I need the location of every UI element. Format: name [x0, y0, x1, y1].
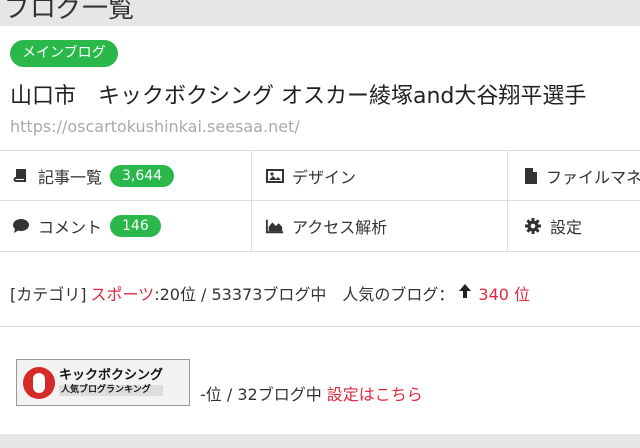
category-link[interactable]: スポーツ [91, 281, 155, 305]
blog-card: メインブログ 山口市 キックボクシング オスカー綾塚and大谷翔平選手 http… [0, 26, 640, 434]
menu-files-label: ファイルマネージャー [546, 168, 640, 187]
chart-area-icon [266, 217, 284, 235]
category-prefix: [カテゴリ] [10, 285, 87, 304]
menu-row: コメント 146 アクセス解析 設定 [0, 201, 640, 251]
menu-settings-label: 設定 [550, 218, 583, 237]
blog-menu-grid: 記事一覧 3,644 デザイン ファイルマネージャー コメ [0, 150, 640, 252]
category-rank-text: :20位 / 53373ブログ中 人気のブログ： [154, 285, 455, 304]
file-icon [524, 167, 538, 185]
gear-icon [524, 217, 542, 235]
page-title: ブログ一覧 [4, 0, 135, 24]
menu-design-label: デザイン [292, 168, 357, 187]
banner-rank-text: -位 / 32ブログ中 [200, 385, 322, 404]
menu-comments-label: コメント [38, 218, 103, 237]
ranking-banner[interactable]: キックボクシング 人気ブログランキング [16, 359, 190, 406]
category-ranking: [カテゴリ] スポーツ :20位 / 53373ブログ中 人気のブログ： 340… [10, 281, 530, 305]
blog-title[interactable]: 山口市 キックボクシング オスカー綾塚and大谷翔平選手 [10, 78, 586, 110]
book-icon [12, 167, 30, 185]
main-blog-badge: メインブログ [10, 40, 118, 67]
banner-title: キックボクシング [59, 367, 164, 383]
menu-row: 記事一覧 3,644 デザイン ファイルマネージャー [0, 151, 640, 201]
banner-rank-line: -位 / 32ブログ中 設定はこちら [200, 381, 423, 405]
image-icon [266, 167, 284, 185]
banner-text: キックボクシング 人気ブログランキング [59, 367, 164, 397]
banner-subtitle: 人気ブログランキング [59, 384, 164, 397]
popular-rank-link[interactable]: 340 位 [478, 281, 530, 305]
divider [0, 326, 640, 327]
menu-analytics-label: アクセス解析 [292, 218, 388, 237]
menu-articles[interactable]: 記事一覧 3,644 [0, 151, 252, 201]
menu-comments[interactable]: コメント 146 [0, 201, 252, 251]
banner-settings-link[interactable]: 設定はこちら [327, 385, 423, 404]
comments-count-badge: 146 [110, 215, 161, 237]
comment-icon [12, 217, 30, 235]
arrow-up-icon [458, 283, 472, 303]
blog-url[interactable]: https://oscartokushinkai.seesaa.net/ [10, 117, 300, 136]
menu-files[interactable]: ファイルマネージャー [508, 151, 640, 201]
blog-ranking-logo-icon [23, 366, 55, 399]
articles-count-badge: 3,644 [110, 165, 175, 187]
menu-articles-label: 記事一覧 [38, 168, 103, 187]
menu-settings[interactable]: 設定 [508, 201, 640, 251]
bottom-bar [0, 434, 640, 448]
page-header: ブログ一覧 [0, 0, 640, 26]
menu-design[interactable]: デザイン [252, 151, 508, 201]
menu-analytics[interactable]: アクセス解析 [252, 201, 508, 251]
